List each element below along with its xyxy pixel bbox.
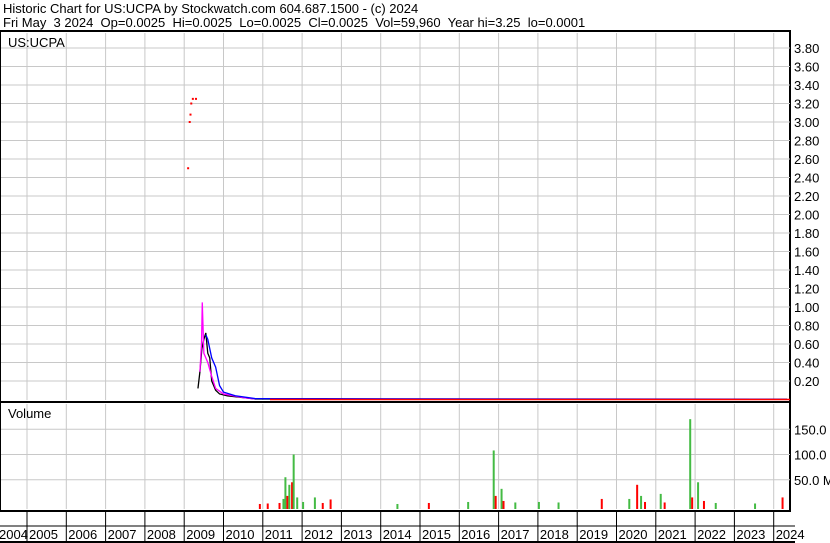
volume-bar [697, 482, 700, 509]
volume-bar [781, 497, 784, 509]
year-label: 2016 [461, 527, 490, 542]
price-tick-label: 0.20 [794, 374, 819, 389]
volume-bar [640, 495, 643, 509]
price-tick-label: 3.60 [794, 60, 819, 75]
year-label: 2011 [265, 527, 293, 542]
volume-bar [644, 501, 647, 509]
year-label: 2019 [579, 527, 608, 542]
price-tick-label: 0.40 [794, 356, 819, 371]
volume-bar [691, 497, 694, 509]
year-label: 2012 [304, 527, 333, 542]
volume-bar [600, 498, 603, 509]
volume-bar [557, 502, 560, 509]
price-point [190, 102, 193, 105]
volume-bar [313, 497, 316, 509]
price-tick-label: 0.60 [794, 337, 819, 352]
price-tick-label: 2.40 [794, 171, 819, 186]
price-point [188, 121, 191, 123]
price-tick-label: 3.00 [794, 115, 819, 130]
year-label: 2005 [29, 527, 58, 542]
price-point [194, 97, 197, 100]
year-label: 2015 [422, 527, 451, 542]
year-label: 2010 [226, 527, 255, 542]
price-tick-label: 1.60 [794, 245, 819, 260]
volume-bar [636, 484, 639, 509]
volume-bar [659, 493, 662, 509]
year-label: 2014 [383, 527, 412, 542]
price-tick-label: 3.20 [794, 97, 819, 112]
price-line-close [197, 332, 788, 400]
volume-bar [396, 503, 399, 509]
volume-bar [702, 500, 705, 509]
price-tick-label: 3.80 [794, 41, 819, 56]
price-tick-label: 3.40 [794, 78, 819, 93]
volume-bar [500, 488, 503, 509]
volume-bar [663, 502, 666, 509]
year-label: 2007 [108, 527, 137, 542]
volume-bar [537, 501, 540, 509]
volume-bar [292, 454, 295, 509]
volume-bar [258, 503, 261, 509]
volume-bar [427, 502, 430, 509]
year-label: 2008 [147, 527, 176, 542]
volume-tick-label: 50.0 M [794, 473, 830, 488]
volume-bar [689, 419, 692, 509]
price-tick-label: 1.80 [794, 226, 819, 241]
chart-svg: 0.20 0.40 0.60 0.80 1.00 1.20 1.40 1.60 1.80 2.00… [0, 30, 830, 543]
volume-bar [492, 450, 495, 509]
volume-bar [286, 495, 289, 509]
volume-bar [321, 502, 324, 509]
volume-bar [278, 502, 281, 509]
volume-bar [284, 477, 287, 509]
volume-bar [628, 498, 631, 509]
volume-bar [282, 498, 285, 509]
chart-window: Historic Chart for US:UCPA by Stockwatch… [0, 0, 830, 543]
year-label: 2017 [501, 527, 530, 542]
volume-bar [514, 502, 517, 509]
volume-bar [502, 500, 505, 509]
year-label: 2006 [68, 527, 97, 542]
price-point [191, 97, 194, 100]
year-label: 2013 [343, 527, 372, 542]
volume-bar [296, 497, 299, 509]
price-tick-label: 2.60 [794, 152, 819, 167]
year-label: 2009 [186, 527, 215, 542]
price-panel-title: US:UCPA [8, 35, 65, 50]
volume-bar [302, 501, 305, 509]
price-tick-label: 1.40 [794, 263, 819, 278]
price-tick-label: 0.80 [794, 319, 819, 334]
year-label: 2023 [736, 527, 765, 542]
price-tick-label: 2.20 [794, 189, 819, 204]
volume-bar [754, 503, 757, 509]
volume-tick-label: 150.0 [794, 422, 827, 437]
year-label: 2004 [0, 527, 28, 542]
price-tick-label: 2.80 [794, 134, 819, 149]
year-label: 2021 [658, 527, 687, 542]
volume-bar [329, 499, 332, 509]
price-point [189, 113, 192, 116]
year-label: 2020 [619, 527, 648, 542]
volume-bar [714, 502, 717, 509]
volume-bar [288, 484, 291, 509]
year-label: 2022 [697, 527, 726, 542]
volume-bar [467, 501, 470, 509]
volume-bar [494, 495, 497, 509]
year-label: 2024 [776, 527, 805, 542]
volume-bar [266, 503, 269, 509]
price-tick-label: 1.20 [794, 282, 819, 297]
price-tick-label: 2.00 [794, 208, 819, 223]
volume-panel-title: Volume [8, 406, 51, 421]
volume-tick-label: 100.0 [794, 448, 827, 463]
year-label: 2018 [540, 527, 569, 542]
price-tick-label: 1.00 [794, 300, 819, 315]
price-point [187, 167, 190, 170]
